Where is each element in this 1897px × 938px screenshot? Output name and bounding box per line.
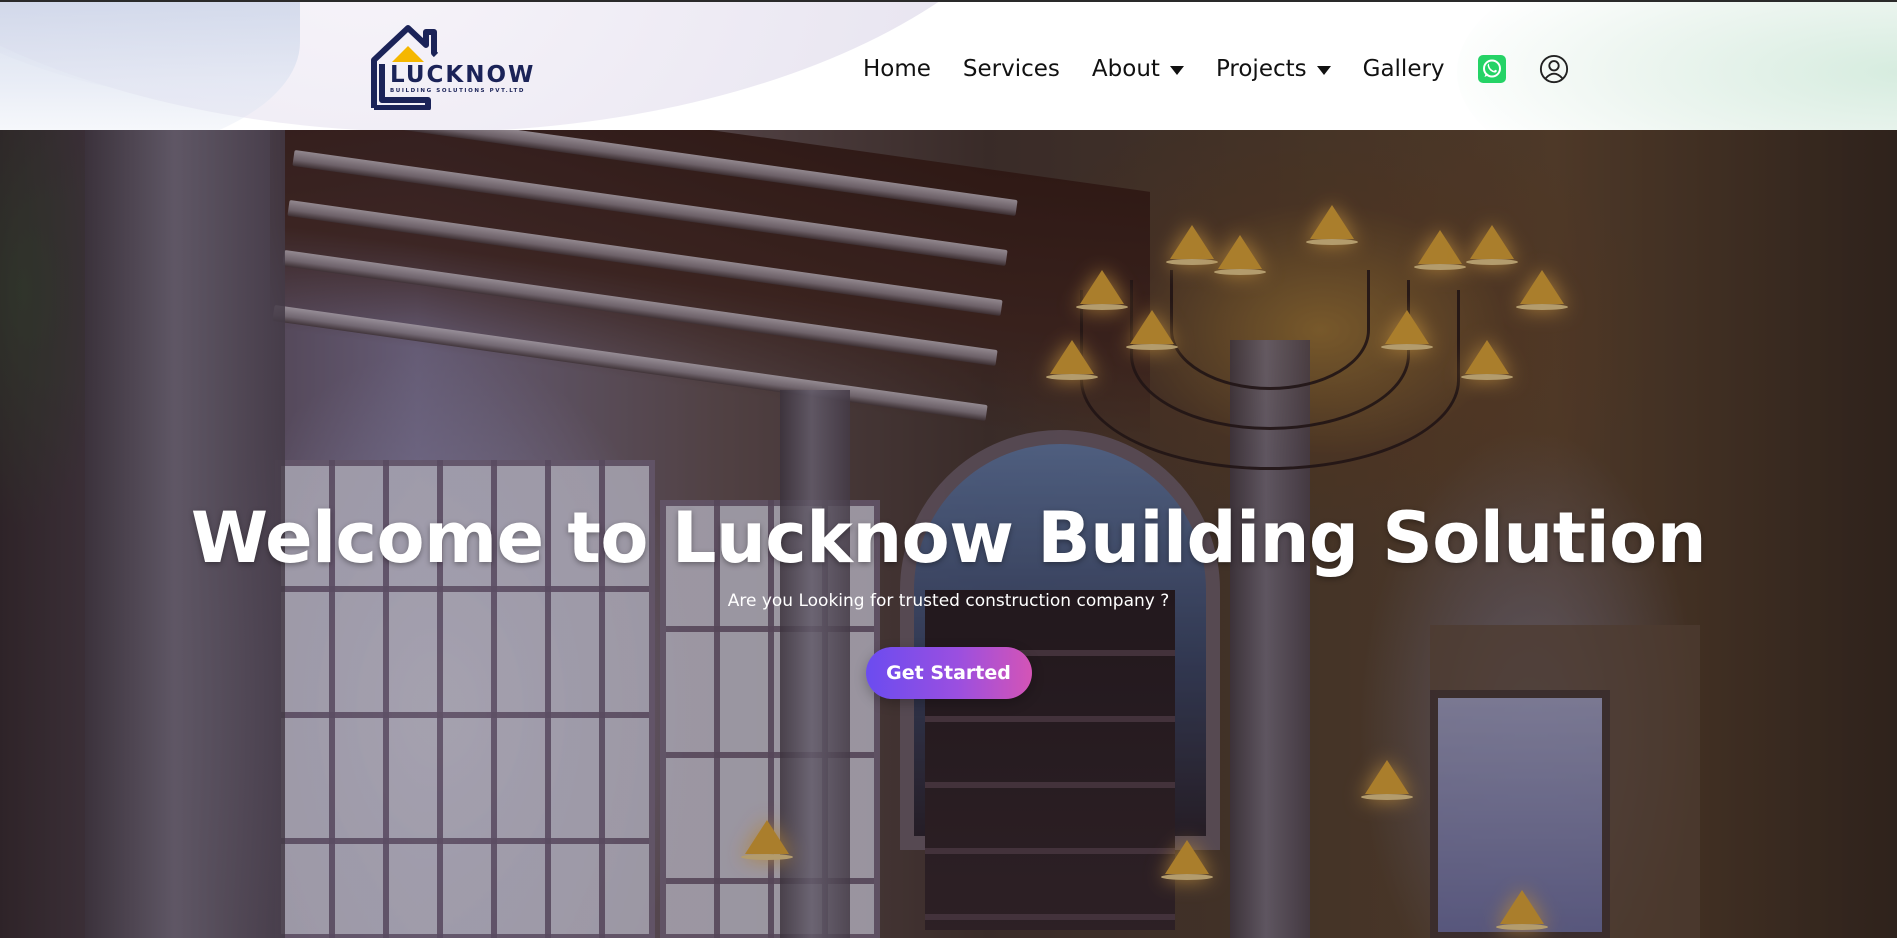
nav-services[interactable]: Services [963,56,1060,82]
caret-down-icon [1316,65,1331,75]
main-nav: Home Services About Projects Gallery [863,49,1601,89]
whatsapp-icon [1477,55,1506,83]
nav-about[interactable]: About [1092,56,1184,82]
logo-tagline: BUILDING SOLUTIONS PVT.LTD [390,88,526,94]
nav-home[interactable]: Home [863,56,931,82]
user-account-icon [1539,54,1568,84]
logo[interactable]: LUCKNOW BUILDING SOLUTIONS PVT.LTD [370,24,535,110]
nav-gallery[interactable]: Gallery [1363,56,1445,82]
logo-wordmark: LUCKNOW [390,62,536,88]
account-button[interactable] [1539,54,1569,84]
nav-services-label: Services [962,56,1060,82]
nav-projects[interactable]: Projects [1216,56,1331,82]
hero-content: Welcome to Lucknow Building Solution Are… [0,500,1897,699]
site-header: LUCKNOW BUILDING SOLUTIONS PVT.LTD Home … [0,0,1897,130]
nav-projects-label: Projects [1215,56,1307,82]
get-started-button[interactable]: Get Started [865,647,1032,699]
nav-about-label: About [1091,56,1160,82]
hero-section: Welcome to Lucknow Building Solution Are… [0,130,1897,938]
caret-down-icon [1169,65,1184,75]
hero-subtitle: Are you Looking for trusted construction… [727,591,1170,611]
hero-title: Welcome to Lucknow Building Solution [190,497,1707,579]
whatsapp-button[interactable] [1477,54,1507,84]
nav-home-label: Home [863,56,931,82]
nav-gallery-label: Gallery [1362,56,1445,82]
